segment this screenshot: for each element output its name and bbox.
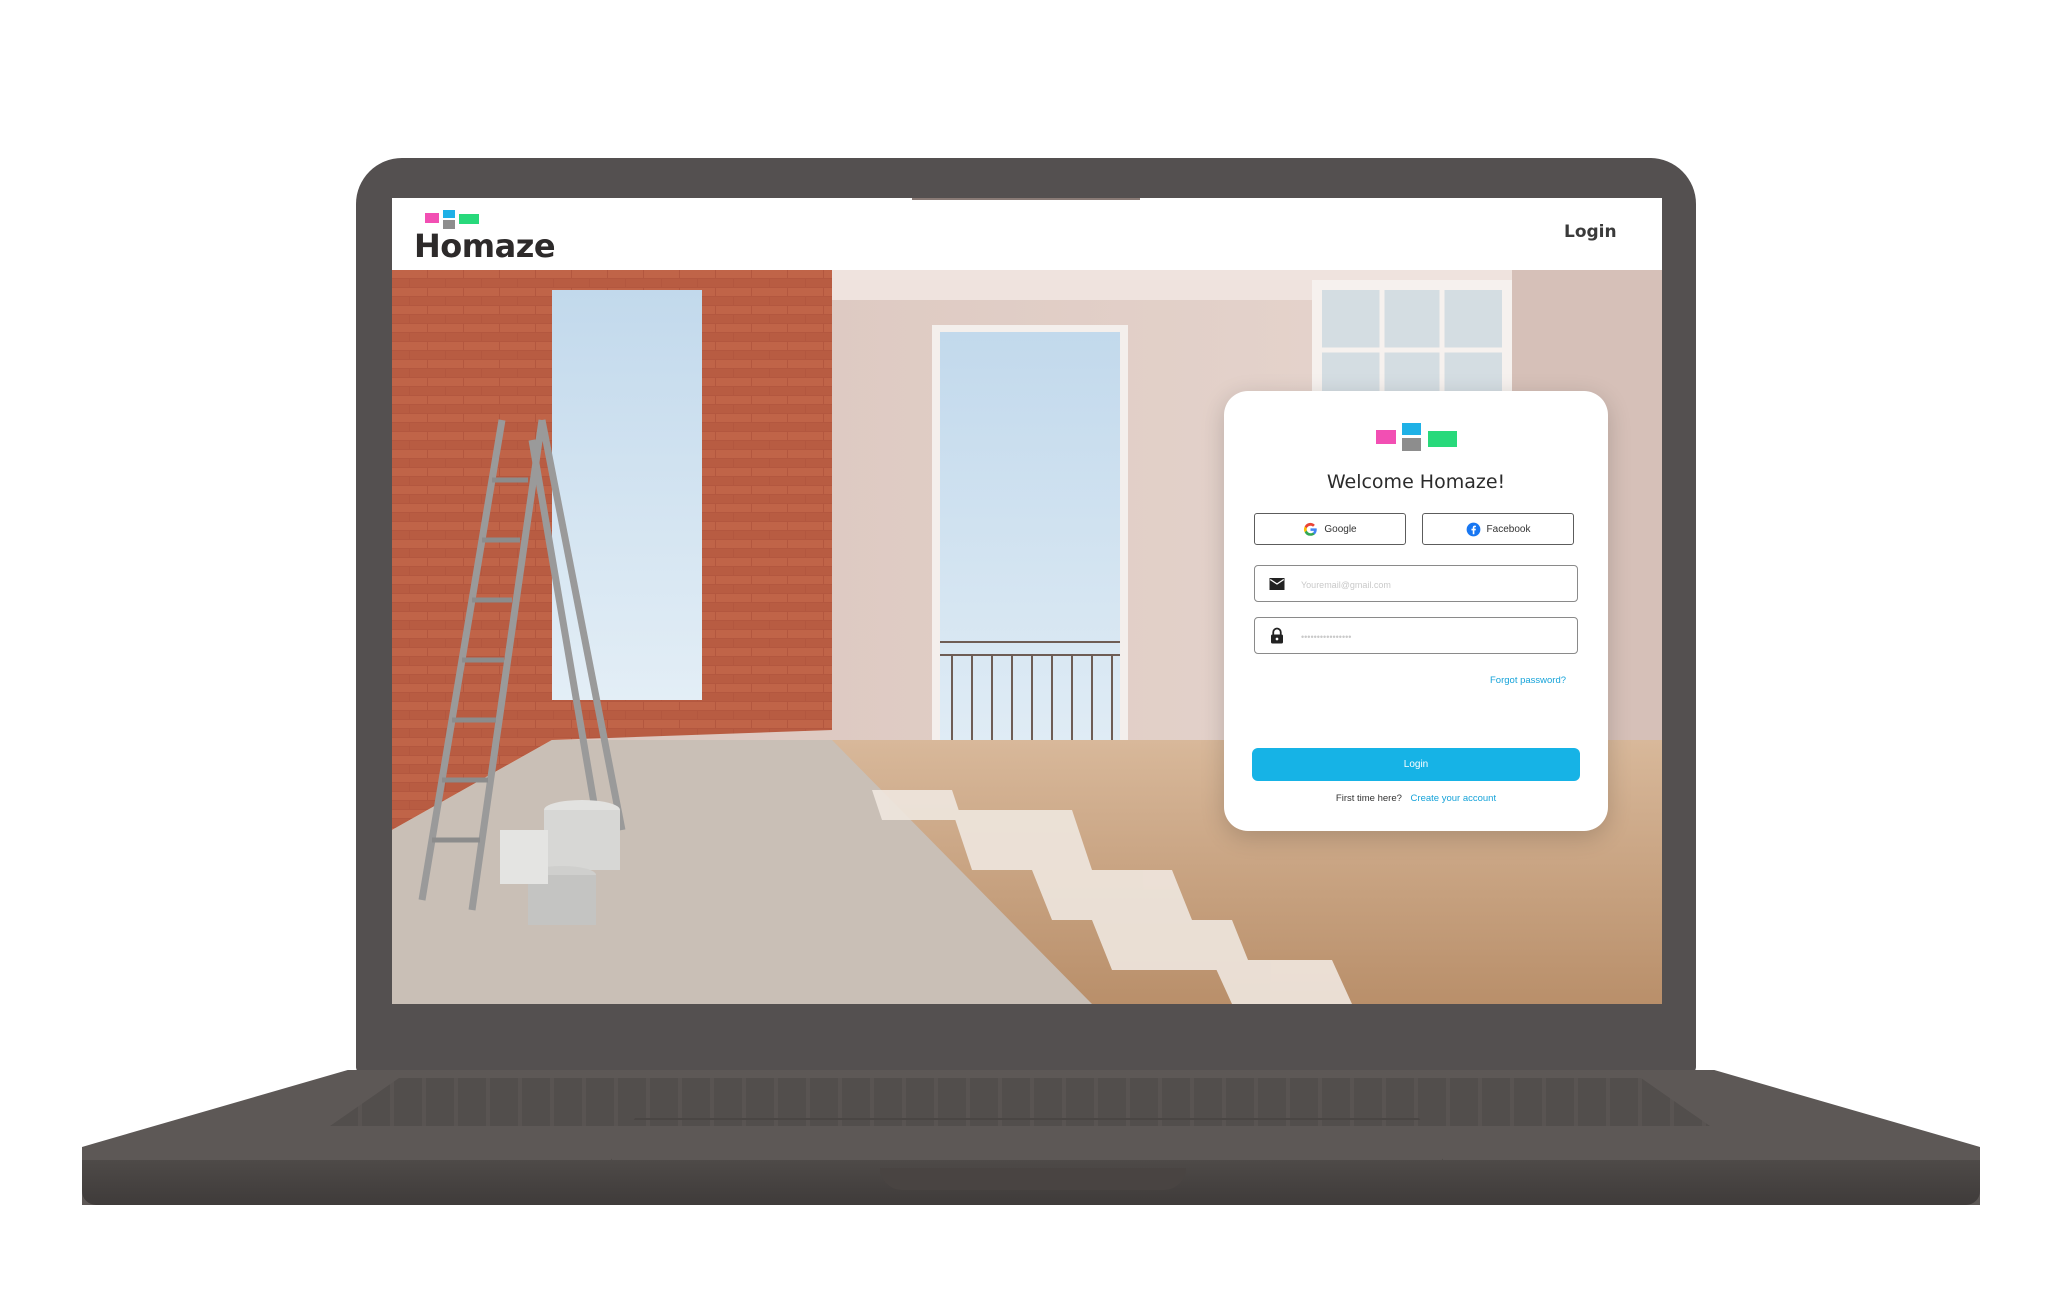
- welcome-title: Welcome Homaze!: [1326, 471, 1506, 493]
- first-time-text: First time here?: [1335, 793, 1402, 804]
- create-account-link[interactable]: Create your account: [1411, 793, 1497, 804]
- top-navbar: Homaze Login: [392, 198, 1662, 270]
- laptop-screen: Homaze Login Welcome Homaze! Google Face…: [392, 198, 1662, 1004]
- google-button-label: Google: [1324, 523, 1357, 535]
- facebook-icon: [1466, 522, 1480, 536]
- facebook-button-label: Facebook: [1486, 523, 1531, 535]
- lock-icon: [1271, 627, 1283, 644]
- password-input[interactable]: [1299, 624, 1571, 650]
- email-field[interactable]: [1254, 565, 1578, 602]
- laptop-notch: [880, 1168, 1186, 1190]
- forgot-password-link[interactable]: Forgot password?: [1490, 675, 1566, 686]
- navbar-top-line: [912, 198, 1140, 200]
- email-input[interactable]: [1299, 572, 1571, 598]
- mail-icon: [1269, 578, 1285, 590]
- signup-prompt: First time here? Create your account: [1224, 793, 1608, 804]
- nav-login-link[interactable]: Login: [1564, 222, 1617, 242]
- google-login-button[interactable]: Google: [1254, 513, 1406, 545]
- password-field[interactable]: [1254, 617, 1578, 654]
- brand-logo[interactable]: Homaze: [414, 210, 564, 265]
- facebook-login-button[interactable]: Facebook: [1422, 513, 1574, 545]
- brand-name: Homaze: [414, 227, 556, 265]
- login-card: Welcome Homaze! Google Facebook Youremai…: [1224, 391, 1608, 831]
- google-icon: [1304, 522, 1318, 536]
- login-button[interactable]: Login: [1252, 748, 1580, 781]
- laptop-trackpad: [610, 1118, 1444, 1162]
- homaze-mark-icon: [1376, 423, 1457, 451]
